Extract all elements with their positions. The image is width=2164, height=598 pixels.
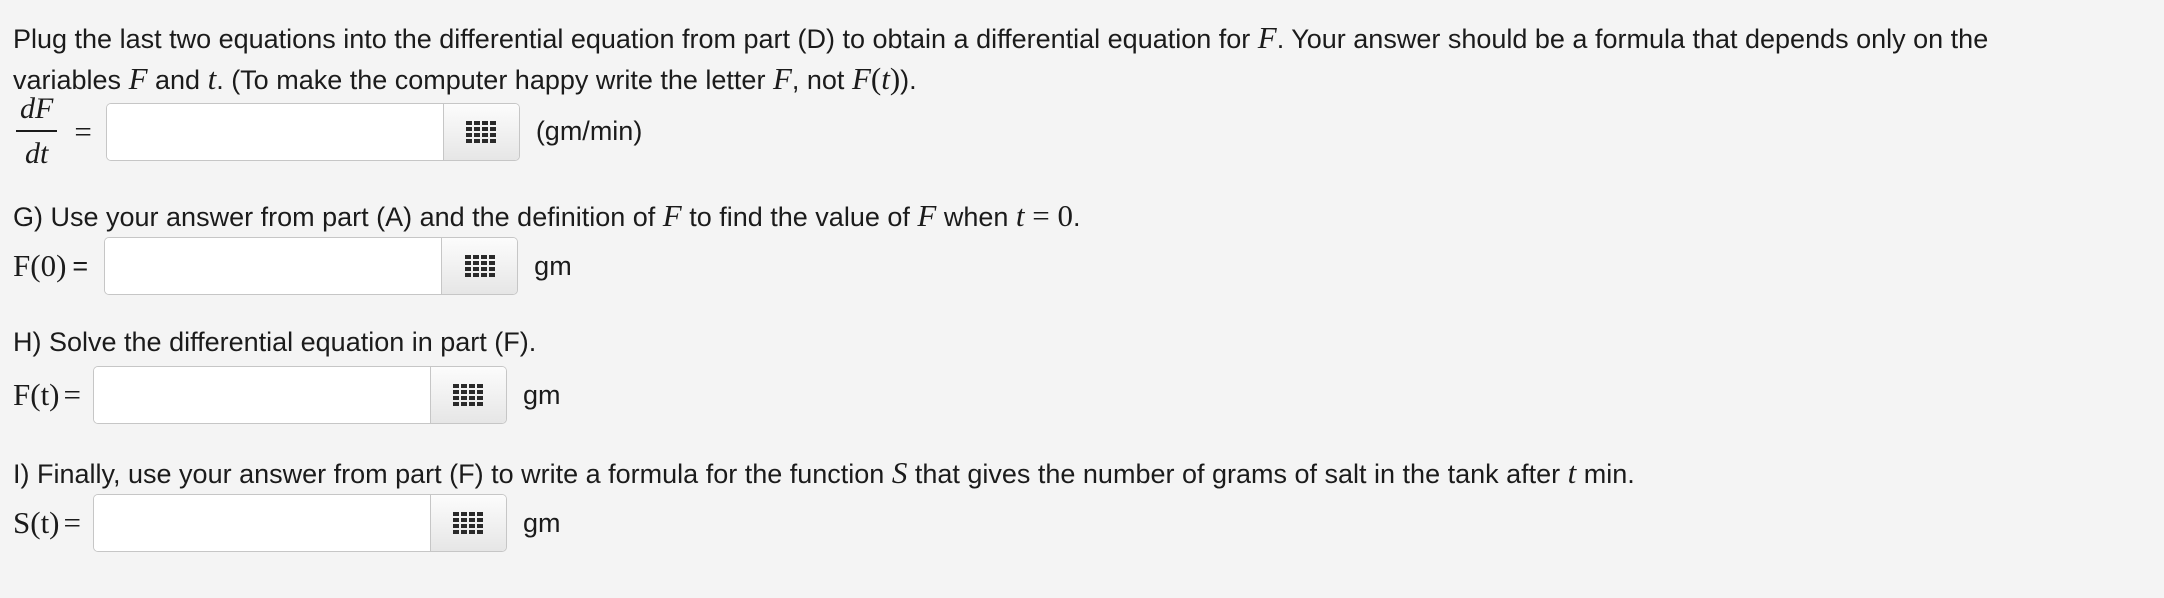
part-i-lhs: S(t) <box>13 505 60 540</box>
dfdt-unit-label: (gm/min) <box>535 116 643 146</box>
math-paren: ) <box>889 61 901 96</box>
question-text: H) Solve the differential equation in pa… <box>13 327 537 357</box>
math-expr: = 0 <box>1024 198 1073 233</box>
intro-text: . (To make the computer happy write the … <box>216 65 773 95</box>
math-var: F <box>662 198 682 233</box>
part-g-answer-group <box>104 237 519 295</box>
question-text: G) Use your answer from part (A) and the… <box>13 202 663 232</box>
math-var: F <box>772 61 792 96</box>
dfdt-answer-input[interactable] <box>106 103 443 160</box>
intro-line-1: Plug the last two equations into the dif… <box>13 18 1988 59</box>
math-var: F <box>917 198 937 233</box>
intro-text: and <box>147 65 208 95</box>
intro-text: variables <box>13 65 129 95</box>
grid-palette-icon <box>453 512 484 534</box>
part-i-question: I) Finally, use your answer from part (F… <box>13 455 1635 491</box>
dfdt-fraction: dF dt <box>13 92 60 171</box>
math-var: t <box>207 61 217 96</box>
fraction-denominator: dt <box>24 137 49 170</box>
question-text: . <box>1073 202 1081 232</box>
part-g-unit-label: gm <box>534 250 572 281</box>
dfdt-palette-button[interactable] <box>442 103 519 160</box>
math-var: F <box>851 61 871 96</box>
math-var: F <box>1257 20 1277 55</box>
math-var: t <box>1015 198 1025 233</box>
question-text: to find the value of <box>681 202 918 232</box>
part-h-palette-button[interactable] <box>429 367 506 423</box>
math-var: t <box>881 61 890 96</box>
intro-text: Plug the last two equations into the dif… <box>13 24 1258 54</box>
math-var: S <box>891 455 908 490</box>
part-i-answer-input[interactable] <box>93 495 430 551</box>
part-h-answer-group <box>92 366 507 424</box>
intro-text: . Your answer should be a formula that d… <box>1276 24 1989 54</box>
part-h-question: H) Solve the differential equation in pa… <box>13 327 536 358</box>
equals-sign: = <box>74 113 92 149</box>
equals-sign: = <box>63 505 81 540</box>
part-i-palette-button[interactable] <box>429 495 506 551</box>
question-text: that gives the number of grams of salt i… <box>907 459 1568 489</box>
part-h-answer-input[interactable] <box>93 367 430 423</box>
intro-paragraph: Plug the last two equations into the dif… <box>13 18 1988 100</box>
grid-palette-icon <box>464 255 495 277</box>
part-h-unit-label: gm <box>522 379 561 410</box>
intro-text: , not <box>791 65 852 95</box>
part-g-question: G) Use your answer from part (A) and the… <box>13 198 1081 234</box>
math-var: F <box>128 61 148 96</box>
part-i-answer-row: S(t) = gm <box>13 494 561 552</box>
grid-palette-icon <box>466 120 497 143</box>
part-g-lhs: F(0) <box>13 248 67 283</box>
dfdt-answer-group <box>105 102 520 161</box>
fraction-numerator: dF <box>16 92 58 132</box>
equals-sign: = <box>72 250 89 281</box>
part-h-lhs: F(t) <box>13 377 60 412</box>
question-text: min. <box>1576 459 1635 489</box>
part-g-answer-row: F(0) = gm <box>13 237 572 295</box>
intro-text: ). <box>900 65 917 95</box>
math-var: t <box>1567 455 1577 490</box>
equals-sign: = <box>63 377 81 412</box>
grid-palette-icon <box>453 384 484 406</box>
part-i-unit-label: gm <box>522 507 561 538</box>
dfdt-answer-row: dF dt = (gm/min) <box>13 92 642 171</box>
part-i-answer-group <box>92 494 507 552</box>
part-h-answer-row: F(t) = gm <box>13 366 561 424</box>
math-paren: ( <box>870 61 882 96</box>
question-text: I) Finally, use your answer from part (F… <box>13 459 892 489</box>
part-g-palette-button[interactable] <box>441 238 518 294</box>
part-g-answer-input[interactable] <box>105 238 442 294</box>
question-text: when <box>936 202 1016 232</box>
